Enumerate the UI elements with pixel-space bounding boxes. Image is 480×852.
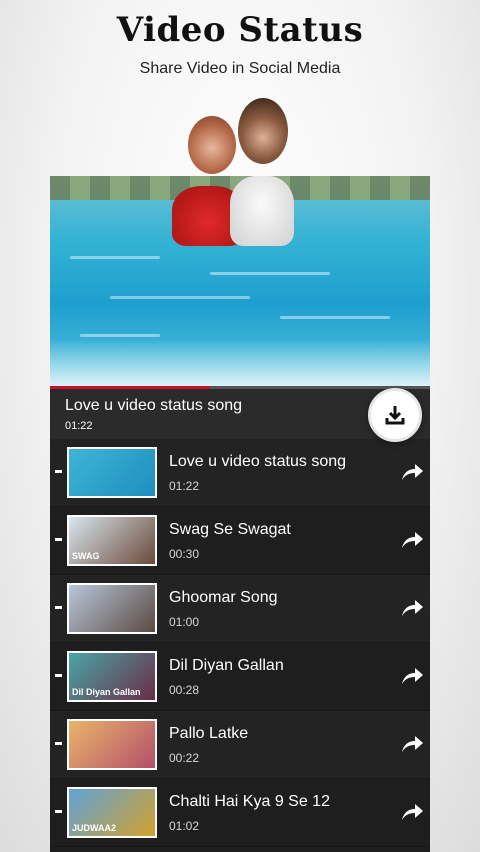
video-duration: 00:30 [169,547,200,561]
now-playing-time: 01:22 [65,420,93,432]
water-ripple [210,272,330,275]
video-list-item[interactable]: Pallo Latke 00:22 [50,711,430,779]
video-title: Swag Se Swagat [169,521,291,538]
app-subtitle: Share Video in Social Media [139,60,341,77]
share-arrow-icon[interactable] [400,597,424,619]
water-ripple [70,256,160,259]
video-thumbnail[interactable]: JUDWAA2 [67,787,157,838]
video-overflow-figures [188,96,308,180]
share-arrow-icon[interactable] [400,733,424,755]
list-item-marker [55,606,62,609]
list-item-marker [55,742,62,745]
list-item-marker [55,538,62,541]
video-thumbnail[interactable]: Dil Diyan Gallan [67,651,157,702]
video-list-item[interactable]: Dil Diyan Gallan Dil Diyan Gallan 00:28 [50,643,430,711]
thumbnail-caption: Dil Diyan Gallan [72,687,141,697]
water-ripple [80,334,160,337]
video-duration: 01:00 [169,615,200,629]
video-title: Ghoomar Song [169,589,278,606]
list-item-marker [55,674,62,677]
video-fade-overlay [50,339,430,389]
video-thumbnail[interactable]: SWAG [67,515,157,566]
download-icon [385,406,405,425]
video-title: Dil Diyan Gallan [169,657,284,674]
video-figure-man [230,176,294,246]
app-title: Video Status [116,10,364,50]
video-title: Pallo Latke [169,725,249,742]
video-thumbnail[interactable] [67,719,157,770]
share-arrow-icon[interactable] [400,461,424,483]
video-list-item[interactable]: Love u video status song 01:22 [50,439,430,507]
video-thumbnail[interactable] [67,447,157,498]
video-thumbnail[interactable] [67,583,157,634]
thumbnail-caption: JUDWAA2 [72,823,117,833]
share-arrow-icon[interactable] [400,665,424,687]
share-arrow-icon[interactable] [400,529,424,551]
thumbnail-caption: SWAG [72,551,100,561]
video-list-item[interactable]: JUDWAA2 Chalti Hai Kya 9 Se 12 01:02 [50,779,430,847]
player-panel: Love u video status song 01:22 Love u vi… [50,176,430,852]
download-button[interactable] [368,388,422,442]
now-playing-title: Love u video status song [65,397,243,414]
video-title: Chalti Hai Kya 9 Se 12 [169,793,330,810]
figure-head-man [238,98,288,164]
video-duration: 01:02 [169,819,200,833]
video-list-item[interactable]: SWAG Swag Se Swagat 00:30 [50,507,430,575]
video-duration: 01:22 [169,479,200,493]
water-ripple [110,296,250,299]
video-duration: 00:28 [169,683,200,697]
video-title: Love u video status song [169,453,347,470]
water-ripple [280,316,390,319]
video-list: Love u video status song 01:22 SWAG Swag… [50,439,430,847]
video-preview[interactable] [50,176,430,389]
video-list-item[interactable]: Ghoomar Song 01:00 [50,575,430,643]
list-item-marker [55,810,62,813]
video-duration: 00:22 [169,751,200,765]
share-arrow-icon[interactable] [400,801,424,823]
figure-head-woman [188,116,236,174]
list-item-marker [55,470,62,473]
